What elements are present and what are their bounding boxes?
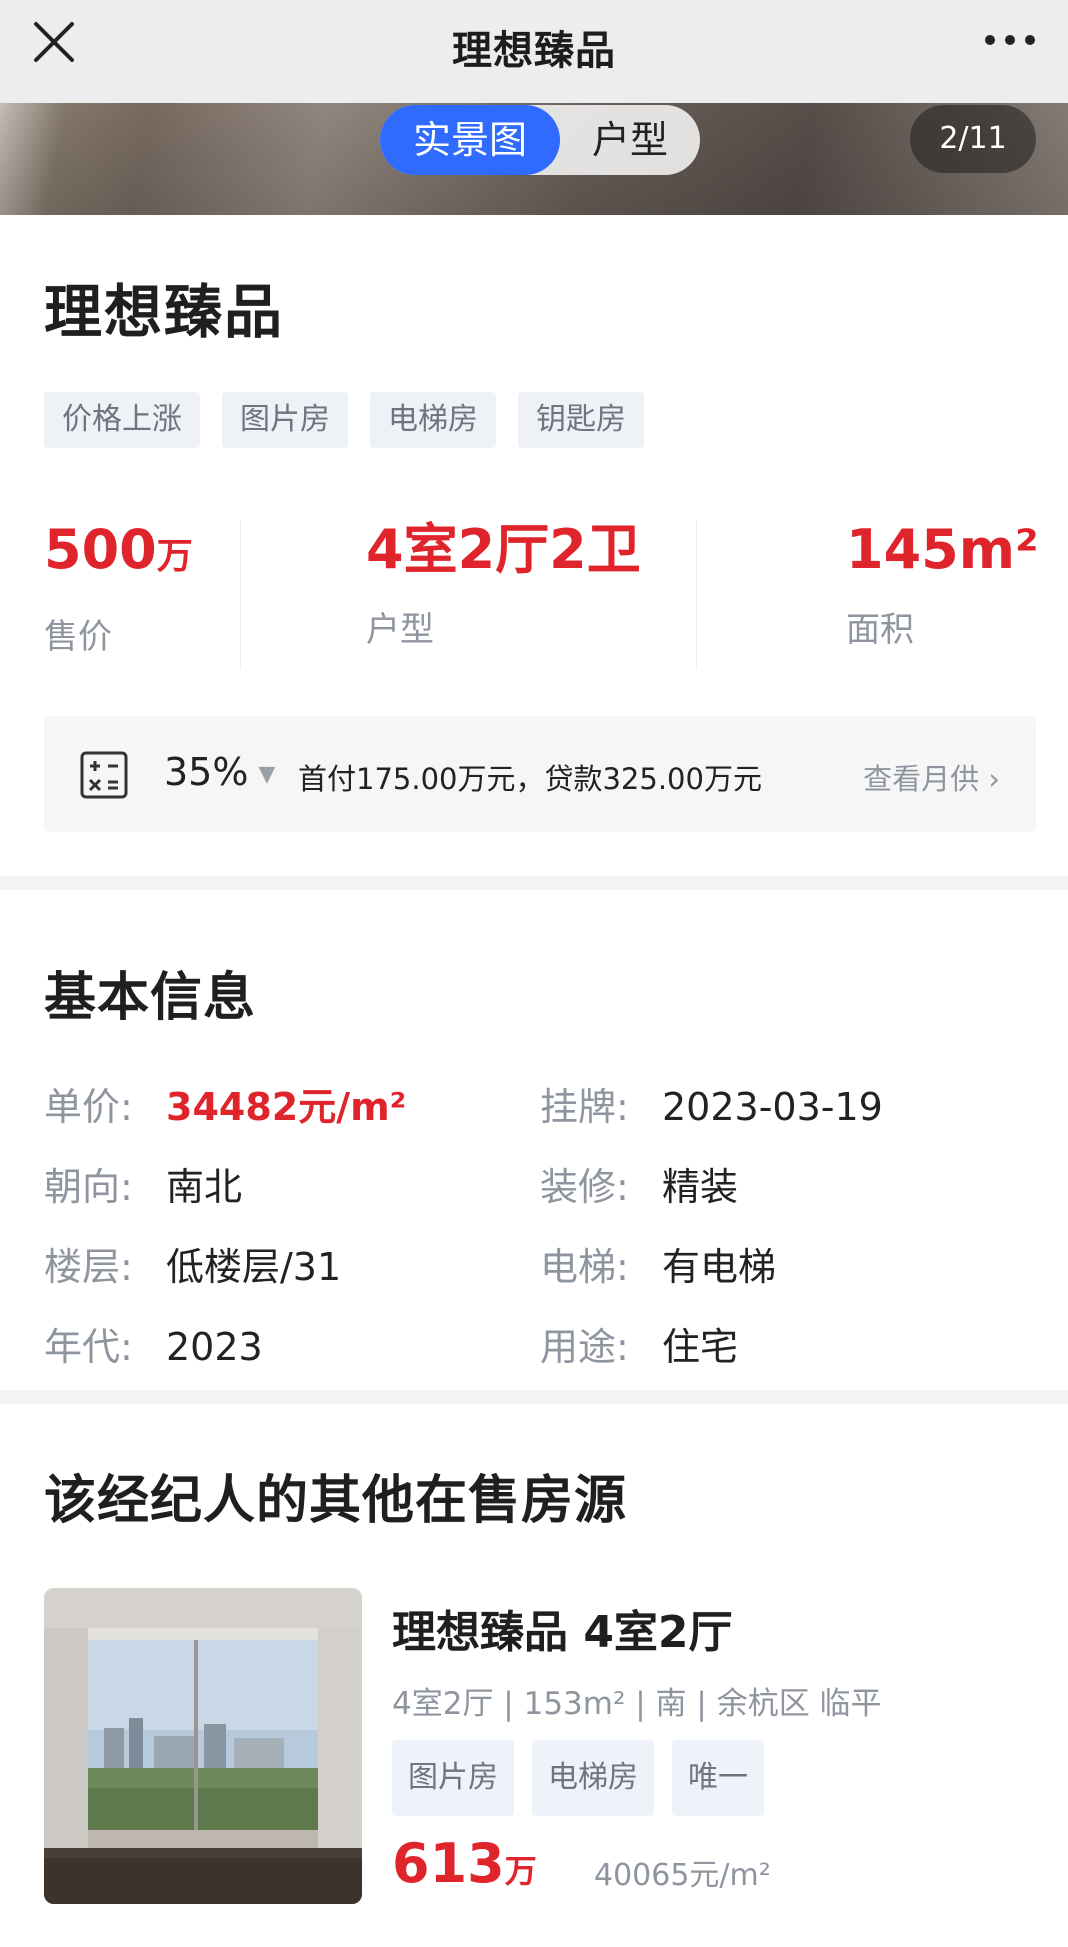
info-label: 朝向: — [44, 1165, 133, 1209]
view-switch: 实景图 户型 — [380, 105, 700, 175]
price-unit: 万 — [156, 536, 193, 577]
page-title: 理想臻品 — [452, 28, 616, 74]
section-divider — [0, 1390, 1068, 1404]
tag-photo: 图片房 — [222, 392, 348, 448]
layout-value: 4室2厅2卫 — [366, 518, 641, 581]
tab-real-photos[interactable]: 实景图 — [380, 105, 560, 175]
listing-price-unit: 万 — [504, 1852, 537, 1890]
section-divider — [0, 876, 1068, 890]
listing-tag: 电梯房 — [532, 1740, 654, 1816]
photo-counter: 2/11 — [910, 105, 1036, 173]
listing-price-value: 613 — [392, 1832, 505, 1895]
info-value: 2023-03-19 — [662, 1085, 883, 1129]
calculator-icon — [80, 751, 128, 799]
view-monthly-payment-link[interactable]: 查看月供 › — [863, 756, 1000, 798]
listing-tag: 图片房 — [392, 1740, 514, 1816]
stat-price: 500万 售价 — [44, 520, 193, 658]
caret-down-icon: ▼ — [258, 762, 276, 787]
stat-divider — [240, 520, 241, 670]
info-year: 年代: 2023 — [44, 1316, 263, 1371]
info-value: 住宅 — [662, 1325, 739, 1369]
tag-price-up: 价格上涨 — [44, 392, 200, 448]
mortgage-summary: 首付175.00万元，贷款325.00万元 — [298, 762, 762, 796]
listing-meta: 4室2厅 | 153m² | 南 | 余杭区 临平 — [392, 1686, 882, 1722]
area-label: 面积 — [846, 610, 914, 650]
listing-card[interactable]: 理想臻品 4室2厅 4室2厅 | 153m² | 南 | 余杭区 临平 图片房 … — [44, 1588, 1044, 1906]
house-title: 理想臻品 — [44, 278, 285, 346]
photo-gallery[interactable]: 实景图 户型 2/11 — [0, 103, 1068, 215]
mortgage-bar[interactable]: 35% ▼ 首付175.00万元，贷款325.00万元 查看月供 › — [44, 716, 1036, 832]
info-label: 挂牌: — [540, 1085, 629, 1129]
house-tags: 价格上涨 图片房 电梯房 钥匙房 — [44, 392, 644, 448]
price-value: 500 — [44, 518, 157, 581]
info-orientation: 朝向: 南北 — [44, 1156, 242, 1211]
tag-elevator: 电梯房 — [370, 392, 496, 448]
price-label: 售价 — [44, 617, 112, 657]
info-listing-date: 挂牌: 2023-03-19 — [540, 1076, 883, 1131]
info-value: 34482元/m² — [166, 1085, 407, 1129]
listing-tags: 图片房 电梯房 唯一 — [392, 1740, 764, 1816]
top-nav-bar: 理想臻品 — [0, 0, 1068, 103]
ratio-value: 35% — [164, 750, 249, 794]
info-value: 有电梯 — [662, 1245, 777, 1289]
down-payment-ratio[interactable]: 35% ▼ — [164, 750, 275, 794]
section-title-basic-info: 基本信息 — [44, 968, 257, 1028]
info-label: 电梯: — [540, 1245, 629, 1289]
stat-area: 145m² 面积 — [846, 520, 1039, 651]
listing-tag: 唯一 — [672, 1740, 764, 1816]
info-label: 楼层: — [44, 1245, 133, 1289]
listing-photo — [44, 1588, 362, 1904]
info-value: 2023 — [166, 1325, 263, 1369]
area-value: 145m² — [846, 518, 1039, 581]
listing-title: 理想臻品 4室2厅 — [392, 1607, 733, 1658]
info-elevator: 电梯: 有电梯 — [540, 1236, 776, 1291]
tab-floor-plan[interactable]: 户型 — [560, 105, 700, 175]
info-label: 单价: — [44, 1085, 133, 1129]
info-floor: 楼层: 低楼层/31 — [44, 1236, 341, 1291]
section-title-other-listings: 该经纪人的其他在售房源 — [44, 1471, 628, 1531]
info-value: 南北 — [166, 1165, 243, 1209]
info-label: 年代: — [44, 1325, 133, 1369]
more-options-icon[interactable] — [982, 28, 1038, 52]
listing-unit-price: 40065元/m² — [594, 1858, 771, 1893]
info-usage: 用途: 住宅 — [540, 1316, 738, 1371]
info-unit-price: 单价: 34482元/m² — [44, 1076, 406, 1131]
listing-price: 613万 — [392, 1832, 537, 1895]
info-label: 装修: — [540, 1165, 629, 1209]
info-value: 精装 — [662, 1165, 739, 1209]
tag-key: 钥匙房 — [518, 392, 644, 448]
info-decoration: 装修: 精装 — [540, 1156, 738, 1211]
stat-layout: 4室2厅2卫 户型 — [366, 520, 641, 651]
layout-label: 户型 — [366, 610, 434, 650]
info-label: 用途: — [540, 1325, 629, 1369]
info-value: 低楼层/31 — [166, 1245, 342, 1289]
stat-divider — [696, 520, 697, 670]
